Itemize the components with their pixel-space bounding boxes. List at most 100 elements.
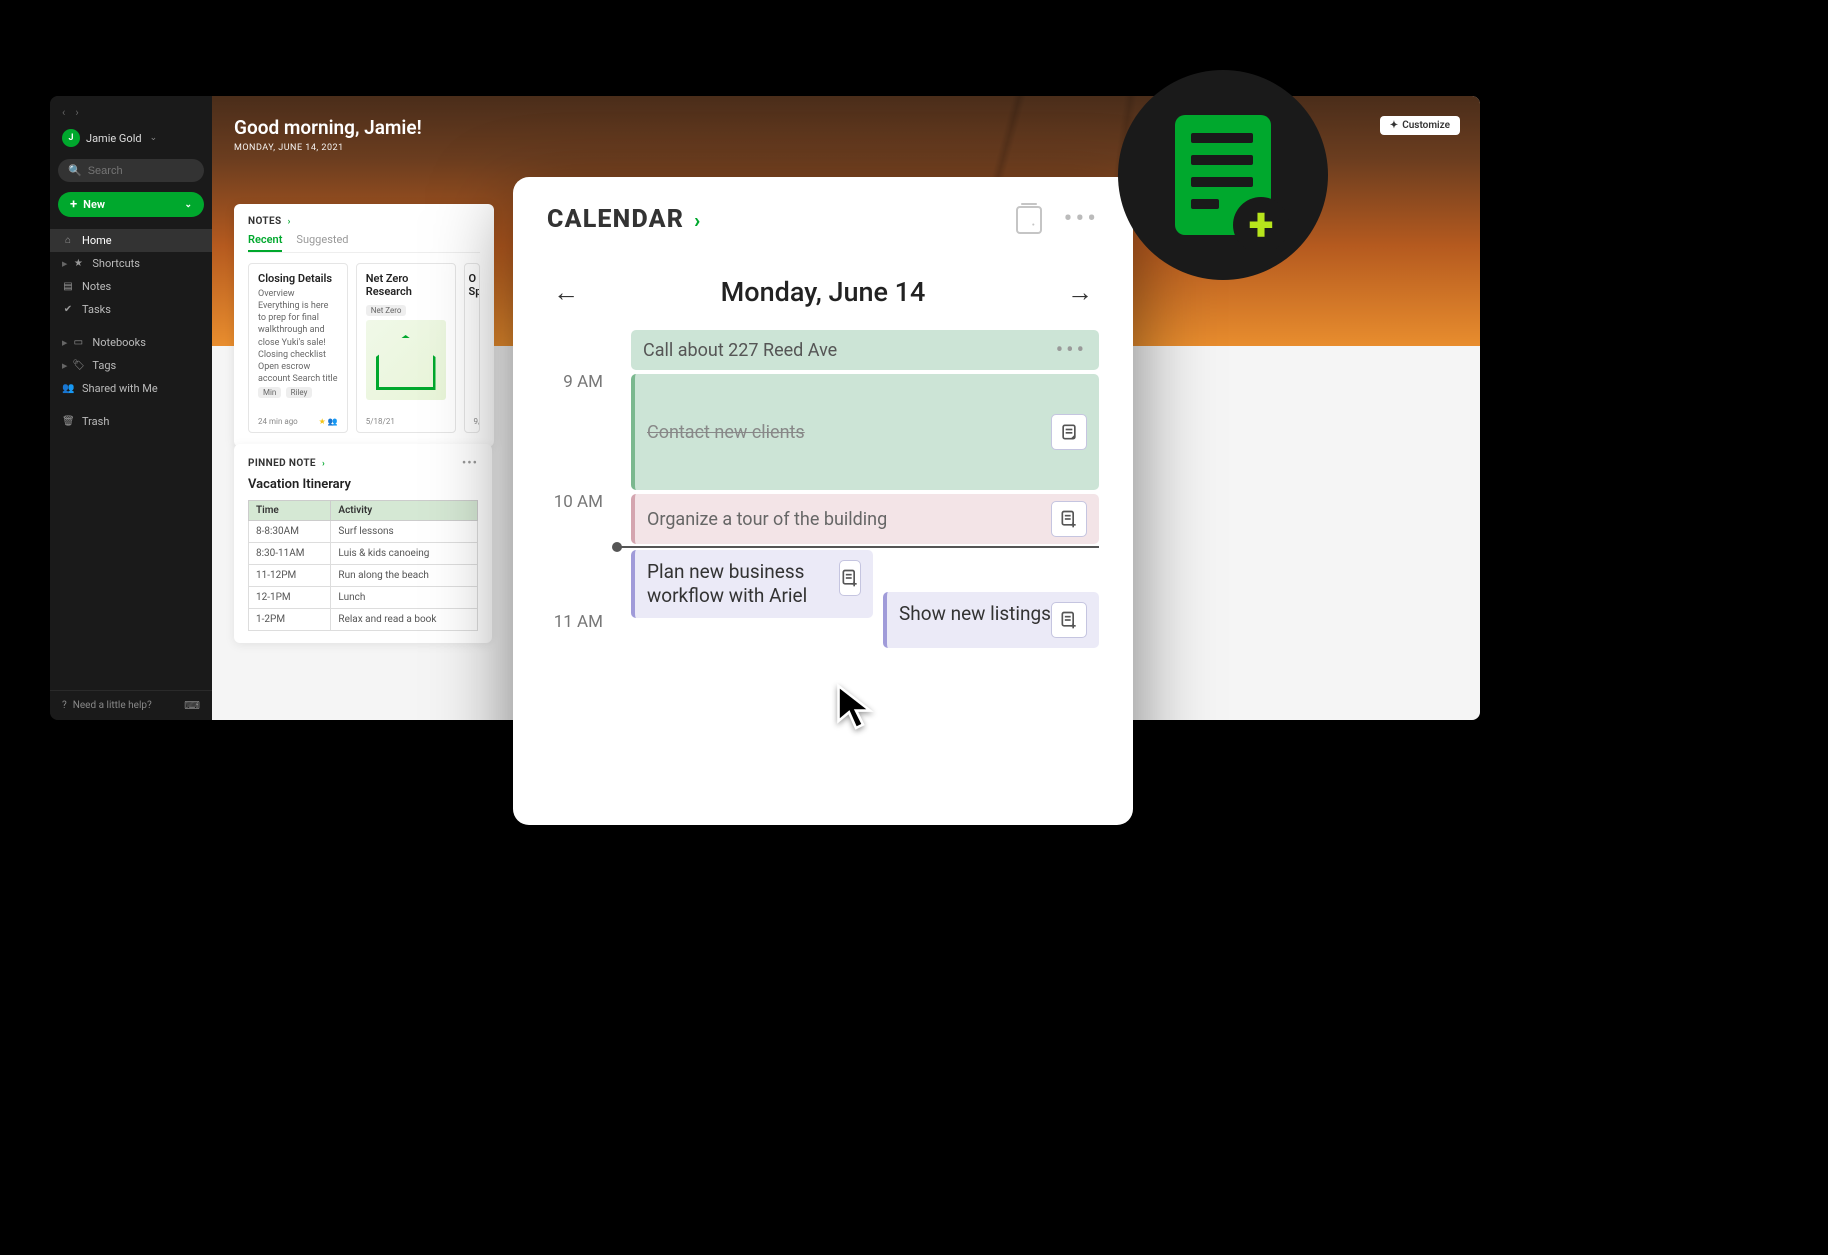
table-row: 11-12PMRun along the beach [249,565,478,587]
table-row: 8-8:30AMSurf lessons [249,521,478,543]
nav-home[interactable]: ⌂ Home [50,229,212,252]
chevron-down-icon: ⌄ [150,133,158,143]
cell: 1-2PM [249,609,331,631]
note-card-title: Closing Details [258,272,338,285]
home-icon: ⌂ [62,235,74,246]
event-label: Plan new business workflow with Ariel [647,560,829,608]
hour-labels: 9 AM 10 AM 11 AM [547,330,617,825]
sparkle-icon: ✦ [1390,120,1398,131]
nav-trash-label: Trash [82,415,109,428]
note-card-timestamp: 5/18/21 [366,417,395,426]
document-icon: + [1175,115,1271,235]
nav-notes-label: Notes [82,280,111,293]
nav-trash[interactable]: 🗑 Trash [50,410,212,433]
event-block[interactable]: Contact new clients [631,374,1099,490]
nav-notebooks-label: Notebooks [92,336,146,349]
create-note-badge[interactable]: + [1118,70,1328,280]
search-box[interactable]: 🔍 [58,159,204,182]
widget-more-button[interactable]: ••• [462,456,478,471]
note-card[interactable]: Closing Details Overview Everything is h… [248,263,348,433]
nav-tasks[interactable]: ✔ Tasks [50,298,212,321]
note-chip: Min [258,387,281,398]
event-label: Show new listings [899,602,1051,626]
user-name-label: Jamie Gold [86,132,142,145]
history-nav: ‹ › [50,96,212,125]
note-card-title: O Sp [469,272,476,298]
new-button[interactable]: + New ⌄ [58,192,204,217]
tab-recent[interactable]: Recent [248,233,282,252]
nav-shared[interactable]: 👥 Shared with Me [50,377,212,400]
help-label: Need a little help? [73,700,152,711]
today-button[interactable] [1016,206,1042,234]
pinned-note-title: Vacation Itinerary [248,477,478,492]
user-menu[interactable]: J Jamie Gold ⌄ [50,125,212,155]
note-icon [1059,422,1079,442]
note-card-preview: Overview Everything is here to prep for … [258,288,338,383]
star-icon: ★ [319,417,326,426]
event-block[interactable]: Plan new business workflow with Ariel [631,550,873,618]
trash-icon: 🗑 [62,416,74,427]
prev-day-button[interactable]: ← [553,277,579,308]
event-label: Contact new clients [647,422,805,443]
note-card[interactable]: Net Zero Research Net Zero 5/18/21 [356,263,456,433]
search-input[interactable] [88,165,194,177]
table-row: 12-1PMLunch [249,587,478,609]
event-allday[interactable]: Call about 227 Reed Ave ••• [631,330,1099,370]
hour-label: 9 AM [547,372,617,492]
chevron-right-icon[interactable]: › [288,217,291,227]
keyboard-icon[interactable]: ⌨ [184,699,200,712]
triangle-right-icon: ▶ [62,260,67,268]
table-header: Activity [331,501,478,521]
share-icon: 👥 [328,417,338,426]
new-button-label: New [83,198,105,211]
create-note-button[interactable] [1051,602,1087,638]
open-note-button[interactable] [1051,414,1087,450]
chevron-down-icon: ⌄ [184,200,192,210]
event-label: Organize a tour of the building [647,509,887,530]
event-block[interactable]: Show new listings [883,592,1099,648]
note-card-partial[interactable]: O Sp 9/ [464,263,481,433]
plus-icon: + [70,198,77,211]
create-note-button[interactable] [1051,501,1087,537]
nav-tags[interactable]: ▶ 🏷 Tags [50,354,212,377]
calendar-panel: CALENDAR › ••• ← Monday, June 14 → 9 AM … [513,177,1133,825]
search-icon: 🔍 [68,164,82,177]
calendar-more-button[interactable]: ••• [1064,213,1099,226]
notes-tabs: Recent Suggested [248,233,480,253]
note-card-title: Net Zero Research [366,272,446,298]
hour-label: 10 AM [547,492,617,612]
help-row[interactable]: ? Need a little help? ⌨ [50,690,212,720]
note-card-timestamp: 9/ [474,417,481,426]
table-header: Time [249,501,331,521]
sidebar: ‹ › J Jamie Gold ⌄ 🔍 + New ⌄ ⌂ Home ▶ ★ … [50,96,212,720]
event-block[interactable]: Organize a tour of the building [631,494,1099,544]
nav-tasks-label: Tasks [82,303,111,316]
event-label: Call about 227 Reed Ave [643,340,837,361]
back-button[interactable]: ‹ [62,106,65,119]
chevron-right-icon[interactable]: › [322,459,325,469]
current-time-line [617,546,1099,548]
forward-button[interactable]: › [75,106,78,119]
note-plus-icon [1059,509,1079,529]
customize-button[interactable]: ✦ Customize [1380,116,1460,135]
note-plus-icon [840,568,860,588]
nav-notebooks[interactable]: ▶ ▭ Notebooks [50,331,212,354]
calendar-body: 9 AM 10 AM 11 AM Call about 227 Reed Ave… [547,330,1099,825]
cell: 11-12PM [249,565,331,587]
event-more-button[interactable]: ••• [1056,338,1087,363]
people-icon: 👥 [62,383,74,394]
nav-notes[interactable]: ▤ Notes [50,275,212,298]
hour-label: 11 AM [547,612,617,732]
tab-suggested[interactable]: Suggested [296,233,348,252]
calendar-title: CALENDAR [547,205,684,234]
nav-shortcuts[interactable]: ▶ ★ Shortcuts [50,252,212,275]
table-row: 8:30-11AMLuis & kids canoeing [249,543,478,565]
chevron-right-icon[interactable]: › [694,208,700,232]
create-note-button[interactable] [839,560,861,596]
next-day-button[interactable]: → [1067,277,1093,308]
note-card-timestamp: 24 min ago [258,417,298,426]
cell: Relax and read a book [331,609,478,631]
cell: Luis & kids canoeing [331,543,478,565]
notes-widget-title: NOTES [248,216,282,227]
note-plus-icon [1059,610,1079,630]
